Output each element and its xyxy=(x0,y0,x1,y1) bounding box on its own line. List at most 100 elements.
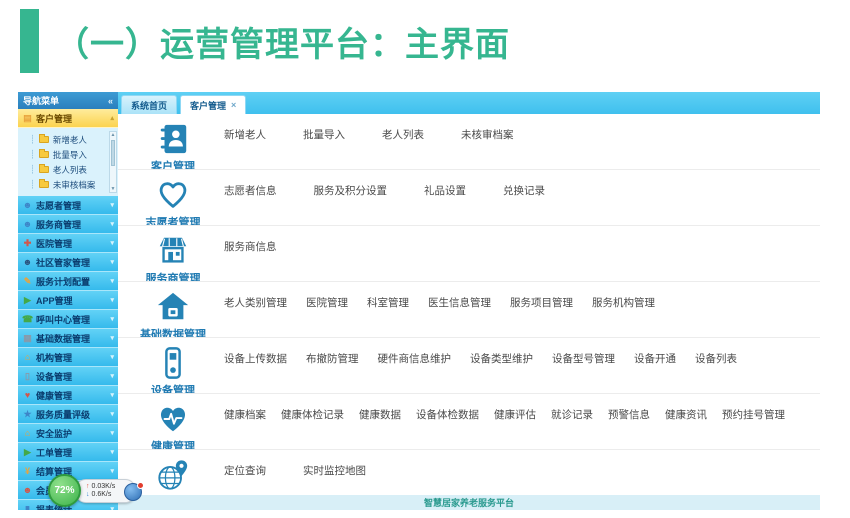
deviceicon-icon xyxy=(156,346,190,380)
module-link[interactable]: 兑换记录 xyxy=(503,183,545,198)
module-link[interactable]: 设备上传数据 xyxy=(224,351,287,366)
module-icon-block[interactable]: 服务商管理 xyxy=(130,234,216,282)
module-link[interactable]: 设备型号管理 xyxy=(552,351,615,366)
scroll-up-icon[interactable]: ▲ xyxy=(110,132,116,138)
chevron-icon: ▾ xyxy=(110,410,114,418)
module-link[interactable]: 硬件商信息维护 xyxy=(378,351,452,366)
app-icon: ▶ xyxy=(22,295,33,306)
module-link[interactable]: 新增老人 xyxy=(224,127,266,142)
chevron-icon: ▾ xyxy=(110,296,114,304)
module-link[interactable]: 科室管理 xyxy=(367,295,409,310)
module-link[interactable]: 健康评估 xyxy=(494,407,536,422)
sidebar: 导航菜单 « ▤客户管理▴┊新增老人┊批量导入┊老人列表┊未审核档案▲▼☻志愿者… xyxy=(18,92,118,510)
assistant-ball-icon[interactable] xyxy=(124,483,142,501)
module-link[interactable]: 设备类型维护 xyxy=(470,351,533,366)
module-icon-block[interactable]: 健康管理 xyxy=(130,402,216,450)
sidebar-item-label: 社区管家管理 xyxy=(36,256,90,269)
sidebar-item-workorder[interactable]: ▶工单管理▾ xyxy=(18,443,118,462)
module-icon-block[interactable]: 志愿者管理 xyxy=(130,178,216,226)
sidebar-item-hospital[interactable]: ✚医院管理▾ xyxy=(18,234,118,253)
chevron-icon: ▾ xyxy=(110,201,114,209)
plan-icon: ✎ xyxy=(22,276,33,287)
sidebar-item-plan[interactable]: ✎服务计划配置▾ xyxy=(18,272,118,291)
globepin-icon xyxy=(156,458,190,492)
chevron-icon: ▾ xyxy=(110,220,114,228)
tab-home[interactable]: 系统首页 xyxy=(121,95,177,114)
sidebar-collapse-icon[interactable]: « xyxy=(108,96,113,106)
module-link[interactable]: 医院管理 xyxy=(306,295,348,310)
module-list: 客户管理新增老人 批量导入 老人列表 未核审档案志愿者管理志愿者信息 服务及积分设置 礼品… xyxy=(118,114,820,495)
sidebar-header-label: 导航菜单 xyxy=(23,94,59,107)
module-link[interactable]: 礼品设置 xyxy=(424,183,466,198)
sidebar-item-steward[interactable]: ☻社区管家管理▾ xyxy=(18,253,118,272)
module-link[interactable]: 定位查询 xyxy=(224,463,266,478)
sidebar-item-callcenter[interactable]: ☎呼叫中心管理▾ xyxy=(18,310,118,329)
module-row-house: 基础数据管理老人类别管理 医院管理 科室管理 医生信息管理 服务项目管理 服务机构管理 xyxy=(118,282,820,338)
module-links: 服务商信息 xyxy=(224,239,277,254)
module-link[interactable]: 批量导入 xyxy=(303,127,345,142)
module-icon-block[interactable]: 定位管理 xyxy=(130,458,216,495)
sidebar-item-quality[interactable]: ★服务质量评级▾ xyxy=(18,405,118,424)
sidebar-item-app[interactable]: ▶APP管理▾ xyxy=(18,291,118,310)
module-icon-block[interactable]: 基础数据管理 xyxy=(130,290,216,338)
module-link[interactable]: 服务及积分设置 xyxy=(314,183,388,198)
close-icon[interactable]: × xyxy=(231,100,236,110)
module-link[interactable]: 健康体检记录 xyxy=(281,407,344,422)
submenu-item[interactable]: ┊新增老人 xyxy=(30,132,108,147)
tab-customer[interactable]: 客户管理× xyxy=(180,95,246,114)
module-link[interactable]: 设备开通 xyxy=(634,351,676,366)
module-link[interactable]: 健康资讯 xyxy=(665,407,707,422)
chevron-icon: ▾ xyxy=(110,258,114,266)
tab-bar: 系统首页客户管理× xyxy=(118,92,820,114)
sidebar-item-label: 机构管理 xyxy=(36,351,72,364)
module-link[interactable]: 布撤防管理 xyxy=(306,351,359,366)
net-speed-widget[interactable]: 72% ↑ 0.03K/s ↓ 0.6K/s xyxy=(48,474,136,507)
submenu-item-label: 批量导入 xyxy=(53,149,87,161)
module-link[interactable]: 服务项目管理 xyxy=(510,295,573,310)
sidebar-item-safety[interactable]: ⌂安全监护▾ xyxy=(18,424,118,443)
sidebar-item-volunteer[interactable]: ☻志愿者管理▾ xyxy=(18,196,118,215)
module-link[interactable]: 预警信息 xyxy=(608,407,650,422)
sidebar-item-device[interactable]: ▯设备管理▾ xyxy=(18,367,118,386)
module-link[interactable]: 实时监控地图 xyxy=(303,463,366,478)
module-link[interactable]: 服务商信息 xyxy=(224,239,277,254)
module-links: 志愿者信息 服务及积分设置 礼品设置 兑换记录 xyxy=(224,183,545,198)
sidebar-item-label: 医院管理 xyxy=(36,237,72,250)
folder-icon xyxy=(39,181,49,188)
scroll-down-icon[interactable]: ▼ xyxy=(110,186,116,192)
title-accent-bar xyxy=(20,9,39,73)
submenu-item[interactable]: ┊老人列表 xyxy=(30,162,108,177)
scroll-thumb[interactable] xyxy=(111,140,115,166)
module-link[interactable]: 健康档案 xyxy=(224,407,266,422)
module-links: 定位查询 实时监控地图 xyxy=(224,463,366,478)
sidebar-item-org[interactable]: ⌂机构管理▾ xyxy=(18,348,118,367)
module-link[interactable]: 老人类别管理 xyxy=(224,295,287,310)
module-icon-block[interactable]: 客户管理 xyxy=(130,122,216,170)
sidebar-item-contacts[interactable]: ▤客户管理▴ xyxy=(18,109,118,128)
net-speed-panel: ↑ 0.03K/s ↓ 0.6K/s xyxy=(75,479,136,503)
module-link[interactable]: 健康数据 xyxy=(359,407,401,422)
sidebar-item-provider[interactable]: ☻服务商管理▾ xyxy=(18,215,118,234)
submenu-item[interactable]: ┊未审核档案 xyxy=(30,177,108,192)
module-link[interactable]: 设备体检数据 xyxy=(416,407,479,422)
module-link[interactable]: 就诊记录 xyxy=(551,407,593,422)
memory-percent-ball[interactable]: 72% xyxy=(48,474,81,507)
module-link[interactable]: 老人列表 xyxy=(382,127,424,142)
module-link[interactable]: 预约挂号管理 xyxy=(722,407,785,422)
provider-icon: ☻ xyxy=(22,219,33,229)
sidebar-item-basicdata[interactable]: ▦基础数据管理▾ xyxy=(18,329,118,348)
module-link[interactable]: 志愿者信息 xyxy=(224,183,277,198)
module-link[interactable]: 设备列表 xyxy=(695,351,737,366)
health-icon: ♥ xyxy=(22,390,33,400)
module-icon-block[interactable]: 设备管理 xyxy=(130,346,216,394)
submenu-scrollbar[interactable]: ▲▼ xyxy=(109,131,117,193)
module-link[interactable]: 服务机构管理 xyxy=(592,295,655,310)
submenu-item[interactable]: ┊批量导入 xyxy=(30,147,108,162)
sidebar-item-health[interactable]: ♥健康管理▾ xyxy=(18,386,118,405)
heart-icon xyxy=(156,178,190,212)
module-link[interactable]: 医生信息管理 xyxy=(428,295,491,310)
folder-icon xyxy=(39,136,49,143)
module-link[interactable]: 未核审档案 xyxy=(461,127,514,142)
sidebar-item-label: 服务质量评级 xyxy=(36,408,90,421)
submenu-item-label: 老人列表 xyxy=(53,164,87,176)
